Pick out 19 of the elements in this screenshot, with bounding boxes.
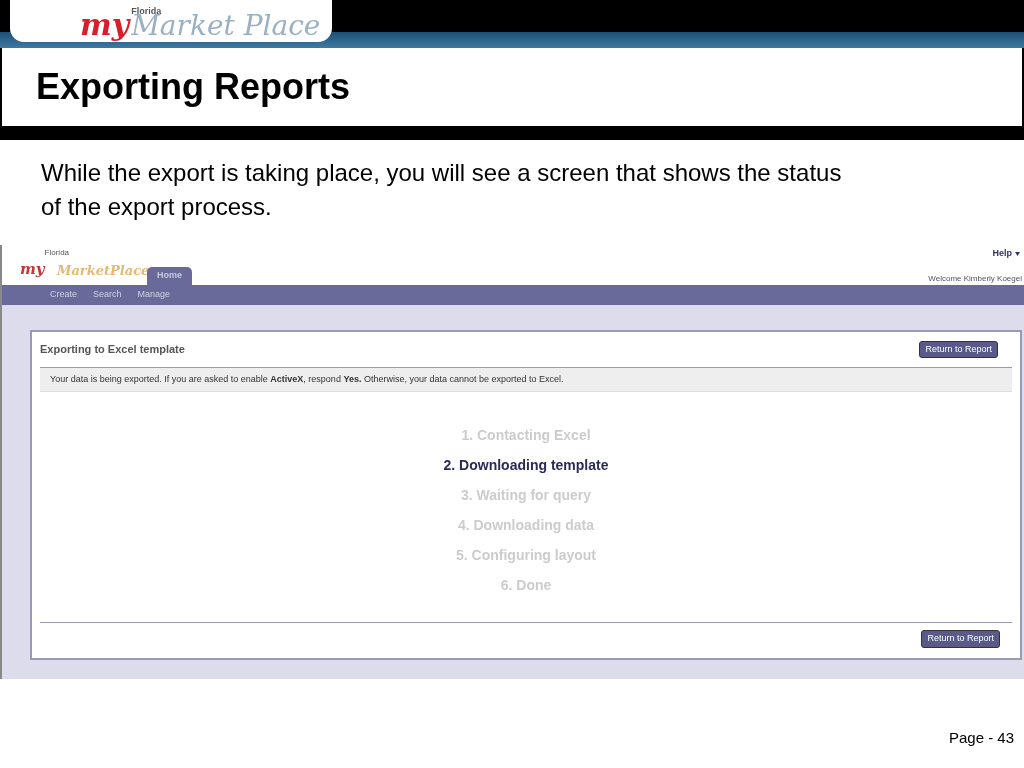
nav-link[interactable]: Create — [50, 288, 77, 302]
nav-link[interactable]: Manage — [137, 288, 171, 302]
logo-text: my — [20, 262, 45, 277]
export-message: Your data is being exported. If you are asked to enable ActiveX, respond Yes. Otherwise, your data cannot be exported to Excel. — [50, 372, 564, 386]
nav-tab[interactable]: Home — [147, 266, 192, 285]
return-button[interactable]: Return to Report — [921, 630, 1000, 648]
page-number: Page - 43 — [948, 728, 1014, 748]
logo-text: Florida — [44, 247, 70, 259]
panel-heading: Exporting to Excel template — [40, 342, 185, 358]
logo-text: MarketPlace — [57, 264, 150, 277]
export-step: 2. Downloading template — [443, 455, 609, 475]
logo-text: my — [80, 10, 130, 40]
dropdown-caret-icon[interactable] — [1015, 251, 1020, 256]
return-button[interactable]: Return to Report — [919, 340, 998, 359]
help-menu[interactable]: Help — [992, 247, 1012, 261]
body-text: While the export is taking place, you will see a screen that shows the status of the export process. — [40, 158, 843, 222]
welcome-text: Welcome Kimberly Koegel — [928, 272, 1022, 285]
nav-link[interactable]: Search — [93, 288, 122, 302]
slide-title: Exporting Reports — [36, 65, 350, 109]
